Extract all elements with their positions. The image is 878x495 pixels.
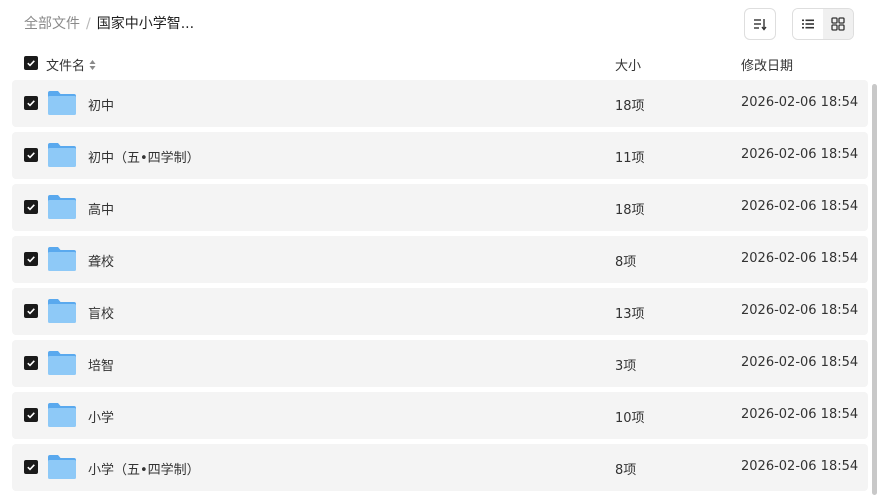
file-size: 11项 <box>615 151 645 166</box>
file-list: 初中 18项 2026-02-06 18:54 初中（五•四学制） 11项 2026-02… <box>12 80 868 495</box>
file-name[interactable]: 培智 <box>88 355 114 374</box>
file-name[interactable]: 小学 <box>88 407 114 426</box>
check-icon <box>27 204 35 211</box>
check-icon <box>27 464 35 471</box>
grid-view-icon <box>831 17 845 31</box>
table-row[interactable]: 聋校 8项 2026-02-06 18:54 <box>12 236 868 283</box>
row-checkbox[interactable] <box>24 304 38 318</box>
table-row[interactable]: 小学（五•四学制） 8项 2026-02-06 18:54 <box>12 444 868 491</box>
file-size: 13项 <box>615 307 645 322</box>
grid-view-button[interactable] <box>823 9 853 39</box>
row-checkbox[interactable] <box>24 460 38 474</box>
file-size: 18项 <box>615 203 645 218</box>
row-checkbox[interactable] <box>24 200 38 214</box>
file-modified-date: 2026-02-06 18:54 <box>741 147 859 162</box>
file-modified-date: 2026-02-06 18:54 <box>741 355 859 370</box>
sort-icon <box>754 19 767 31</box>
file-modified-date: 2026-02-06 18:54 <box>741 303 859 318</box>
check-icon <box>27 256 35 263</box>
table-header: 文件名 大小 修改日期 <box>12 50 868 78</box>
folder-icon <box>48 247 76 271</box>
scrollbar-thumb[interactable] <box>872 84 877 495</box>
file-name[interactable]: 高中 <box>88 199 114 218</box>
file-size: 8项 <box>615 255 637 270</box>
file-name[interactable]: 初中 <box>88 95 114 114</box>
file-size: 18项 <box>615 99 645 114</box>
file-size: 3项 <box>615 359 637 374</box>
table-row[interactable]: 盲校 13项 2026-02-06 18:54 <box>12 288 868 335</box>
row-checkbox[interactable] <box>24 408 38 422</box>
folder-icon <box>48 299 76 323</box>
row-checkbox[interactable] <box>24 252 38 266</box>
name-column-header[interactable]: 文件名 <box>46 55 96 74</box>
check-icon <box>27 60 35 67</box>
check-icon <box>27 412 35 419</box>
file-name[interactable]: 盲校 <box>88 303 114 322</box>
file-name[interactable]: 小学（五•四学制） <box>88 459 200 478</box>
breadcrumb-separator: / <box>86 16 91 32</box>
folder-icon <box>48 351 76 375</box>
file-modified-date: 2026-02-06 18:54 <box>741 95 859 110</box>
size-column-header[interactable]: 大小 <box>615 55 641 74</box>
folder-icon <box>48 91 76 115</box>
table-row[interactable]: 高中 18项 2026-02-06 18:54 <box>12 184 868 231</box>
scrollbar[interactable] <box>870 80 878 495</box>
folder-icon <box>48 455 76 479</box>
table-row[interactable]: 初中 18项 2026-02-06 18:54 <box>12 80 868 127</box>
file-name[interactable]: 聋校 <box>88 251 114 270</box>
table-row[interactable]: 小学 10项 2026-02-06 18:54 <box>12 392 868 439</box>
list-view-button[interactable] <box>793 9 823 39</box>
breadcrumb: 全部文件 / 国家中小学智... <box>24 14 194 34</box>
sort-button[interactable] <box>744 8 776 40</box>
file-modified-date: 2026-02-06 18:54 <box>741 251 859 266</box>
table-row[interactable]: 初中（五•四学制） 11项 2026-02-06 18:54 <box>12 132 868 179</box>
file-name[interactable]: 初中（五•四学制） <box>88 147 200 166</box>
check-icon <box>27 308 35 315</box>
select-all-checkbox[interactable] <box>24 56 38 70</box>
file-modified-date: 2026-02-06 18:54 <box>741 199 859 214</box>
folder-icon <box>48 143 76 167</box>
check-icon <box>27 152 35 159</box>
table-row[interactable]: 培智 3项 2026-02-06 18:54 <box>12 340 868 387</box>
top-bar: 全部文件 / 国家中小学智... <box>0 0 878 48</box>
check-icon <box>27 360 35 367</box>
file-size: 8项 <box>615 463 637 478</box>
folder-icon <box>48 195 76 219</box>
modified-column-header[interactable]: 修改日期 <box>741 55 793 74</box>
row-checkbox[interactable] <box>24 148 38 162</box>
file-modified-date: 2026-02-06 18:54 <box>741 407 859 422</box>
file-modified-date: 2026-02-06 18:54 <box>741 459 859 474</box>
check-icon <box>27 100 35 107</box>
sort-caret-icon <box>89 58 96 72</box>
file-size: 10项 <box>615 411 645 426</box>
row-checkbox[interactable] <box>24 356 38 370</box>
row-checkbox[interactable] <box>24 96 38 110</box>
list-view-icon <box>802 19 814 29</box>
breadcrumb-root-link[interactable]: 全部文件 <box>24 14 80 34</box>
view-toggle <box>792 8 854 40</box>
name-column-label: 文件名 <box>46 59 86 74</box>
breadcrumb-current: 国家中小学智... <box>96 16 195 32</box>
folder-icon <box>48 403 76 427</box>
